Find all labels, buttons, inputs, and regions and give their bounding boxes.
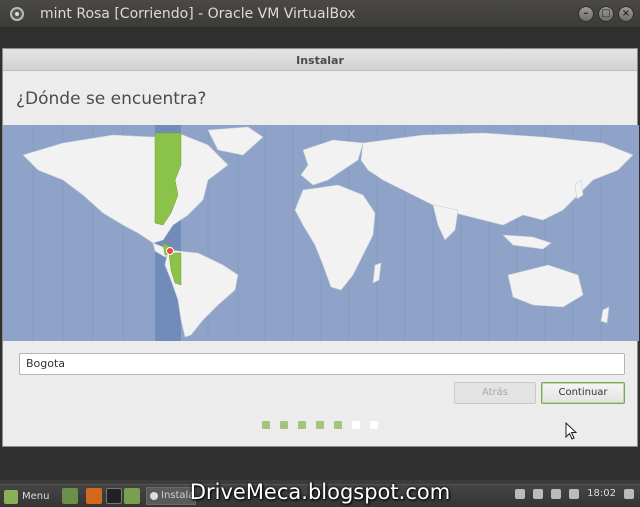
world-map-svg[interactable] bbox=[3, 125, 639, 341]
progress-dot bbox=[262, 421, 270, 429]
continue-button[interactable]: Continuar bbox=[541, 382, 625, 404]
installer-progress-dots bbox=[0, 421, 640, 433]
watermark: DriveMeca.blogspot.com bbox=[189, 480, 451, 504]
host-titlebar: mint Rosa [Corriendo] - Oracle VM Virtua… bbox=[0, 0, 640, 28]
installer-window-title: Instalar bbox=[296, 54, 344, 67]
progress-dot bbox=[352, 421, 360, 429]
maximize-icon[interactable]: □ bbox=[598, 6, 614, 22]
installer-titlebar: Instalar bbox=[3, 49, 637, 71]
window-controls: – □ × bbox=[578, 6, 634, 22]
progress-dot bbox=[334, 421, 342, 429]
location-marker[interactable] bbox=[166, 247, 174, 255]
location-input[interactable]: Bogota bbox=[19, 353, 625, 375]
timezone-map[interactable] bbox=[3, 125, 639, 341]
progress-dot bbox=[298, 421, 306, 429]
host-window-title: mint Rosa [Corriendo] - Oracle VM Virtua… bbox=[40, 6, 356, 22]
progress-dot bbox=[316, 421, 324, 429]
installer-window: Instalar ¿Dónde se encuentra? Bogota Atr… bbox=[2, 48, 639, 447]
virtualbox-icon bbox=[10, 7, 24, 21]
progress-dot bbox=[280, 421, 288, 429]
page-title: ¿Dónde se encuentra? bbox=[16, 89, 207, 109]
guest-screen: Instalar ¿Dónde se encuentra? Bogota Atr… bbox=[0, 28, 640, 480]
progress-dot bbox=[370, 421, 378, 429]
back-button[interactable]: Atrás bbox=[454, 382, 536, 404]
close-icon[interactable]: × bbox=[618, 6, 634, 22]
minimize-icon[interactable]: – bbox=[578, 6, 594, 22]
